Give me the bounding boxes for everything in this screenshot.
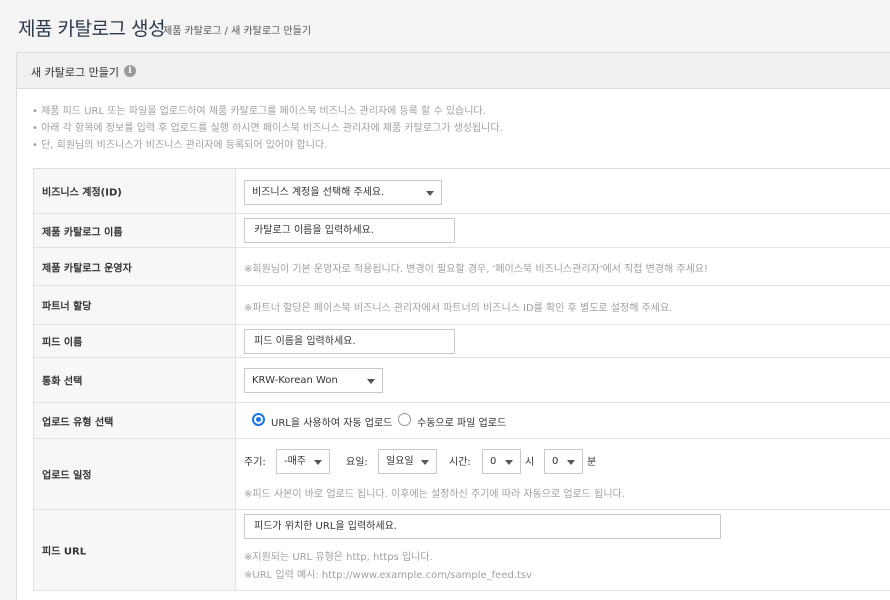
- cycle-label: 주기:: [244, 457, 266, 468]
- currency-select-value: KRW-Korean Won: [252, 375, 338, 386]
- feed-url-label: 피드 URL: [42, 546, 87, 558]
- currency-select[interactable]: KRW-Korean Won: [244, 368, 383, 393]
- feed-name-row: 피드 이름 피드 이름을 입력하세요.: [33, 325, 890, 358]
- radio-auto-upload[interactable]: [252, 413, 265, 426]
- panel-header: 새 카탈로그 만들기 i: [17, 53, 890, 89]
- catalog-name-input[interactable]: 카탈로그 이름을 입력하세요.: [244, 218, 455, 243]
- chevron-down-icon: [567, 460, 575, 465]
- page-header: 제품 카탈로그 생성 제품 카탈로그 / 새 카탈로그 만들기: [0, 0, 890, 52]
- catalog-operator-row: 제품 카탈로그 운영자 ※회원님이 기본 운영자로 적용됩니다. 변경이 필요할…: [33, 248, 890, 286]
- notice-item: • 제품 피드 URL 또는 파일을 업로드하여 제품 카탈로그를 페이스북 비…: [32, 106, 486, 117]
- feed-name-label: 피드 이름: [42, 337, 83, 349]
- breadcrumb: 제품 카탈로그 / 새 카탈로그 만들기: [163, 26, 312, 37]
- catalog-form: 비즈니스 계정(ID) 비즈니스 계정을 선택해 주세요. 제품 카탈로그 이름…: [33, 168, 890, 591]
- catalog-operator-hint: ※회원님이 기본 운영자로 적용됩니다. 변경이 필요할 경우, '페이스북 비…: [244, 264, 709, 275]
- feed-url-input[interactable]: 피드가 위치한 URL을 입력하세요.: [244, 514, 721, 539]
- business-account-select-value: 비즈니스 계정을 선택해 주세요.: [252, 187, 385, 198]
- notice-list: • 제품 피드 URL 또는 파일을 업로드하여 제품 카탈로그를 페이스북 비…: [32, 103, 503, 154]
- currency-row: 통화 선택 KRW-Korean Won: [33, 358, 890, 403]
- business-account-row: 비즈니스 계정(ID) 비즈니스 계정을 선택해 주세요.: [33, 169, 890, 214]
- panel-title: 새 카탈로그 만들기: [31, 66, 119, 79]
- radio-manual-upload-label[interactable]: 수동으로 파일 업로드: [417, 414, 506, 429]
- radio-manual-upload[interactable]: [398, 413, 411, 426]
- chevron-down-icon: [314, 460, 322, 465]
- feed-url-hint-types: ※지원되는 URL 유형은 http, https 입니다.: [244, 552, 433, 563]
- schedule-row: 업로드 일정 주기: -매주 요일: 일요일 시간: 0 시 0 분 ※피드 사: [33, 439, 890, 510]
- business-account-label: 비즈니스 계정(ID): [42, 187, 122, 199]
- minute-select-value: 0: [552, 456, 559, 467]
- hour-select[interactable]: 0: [482, 449, 521, 474]
- notice-item: • 아래 각 항목에 정보를 입력 후 업로드를 실행 하시면 페이스북 비즈니…: [32, 123, 503, 134]
- schedule-hint: ※피드 사본이 바로 업로드 됩니다. 이후에는 설정하신 주기에 따라 자동으…: [244, 489, 625, 500]
- page-title: 제품 카탈로그 생성: [18, 18, 165, 40]
- feed-url-hint-example: ※URL 입력 예시: http://www.example.com/sampl…: [244, 570, 533, 581]
- chevron-down-icon: [421, 460, 429, 465]
- chevron-down-icon: [426, 191, 434, 196]
- feed-url-row: 피드 URL 피드가 위치한 URL을 입력하세요. ※지원되는 URL 유형은…: [33, 510, 890, 591]
- hour-select-value: 0: [490, 456, 497, 467]
- create-catalog-panel: 새 카탈로그 만들기 i • 제품 피드 URL 또는 파일을 업로드하여 제품…: [16, 52, 890, 600]
- time-label: 시간:: [449, 457, 471, 468]
- cycle-select[interactable]: -매주: [276, 449, 330, 474]
- currency-label: 통화 선택: [42, 376, 83, 388]
- catalog-operator-label: 제품 카탈로그 운영자: [42, 263, 132, 274]
- cycle-select-value: -매주: [284, 456, 307, 467]
- business-account-select[interactable]: 비즈니스 계정을 선택해 주세요.: [244, 180, 442, 205]
- upload-type-label: 업로드 유형 선택: [42, 417, 114, 428]
- day-select-value: 일요일: [386, 456, 414, 467]
- partner-row: 파트너 할당 ※파트너 할당은 페이스북 비즈니스 관리자에서 파트너의 비즈니…: [33, 286, 890, 325]
- day-select[interactable]: 일요일: [378, 449, 437, 474]
- minute-unit: 분: [587, 457, 597, 468]
- catalog-name-label: 제품 카탈로그 이름: [42, 227, 123, 238]
- hour-unit: 시: [525, 457, 535, 468]
- info-icon[interactable]: i: [124, 65, 136, 77]
- upload-type-row: 업로드 유형 선택 URL을 사용하여 자동 업로드 수동으로 파일 업로드: [33, 403, 890, 439]
- catalog-name-row: 제품 카탈로그 이름 카탈로그 이름을 입력하세요.: [33, 214, 890, 248]
- partner-hint: ※파트너 할당은 페이스북 비즈니스 관리자에서 파트너의 비즈니스 ID를 확…: [244, 303, 673, 314]
- notice-item: • 단, 회원님의 비즈니스가 비즈니스 관리자에 등록되어 있어야 합니다.: [32, 140, 328, 151]
- day-label: 요일:: [346, 457, 368, 468]
- feed-name-input[interactable]: 피드 이름을 입력하세요.: [244, 329, 455, 354]
- schedule-label: 업로드 일정: [42, 470, 92, 482]
- chevron-down-icon: [505, 460, 513, 465]
- partner-label: 파트너 할당: [42, 301, 92, 313]
- minute-select[interactable]: 0: [544, 449, 583, 474]
- radio-auto-upload-label[interactable]: URL을 사용하여 자동 업로드: [271, 414, 392, 429]
- chevron-down-icon: [367, 379, 375, 384]
